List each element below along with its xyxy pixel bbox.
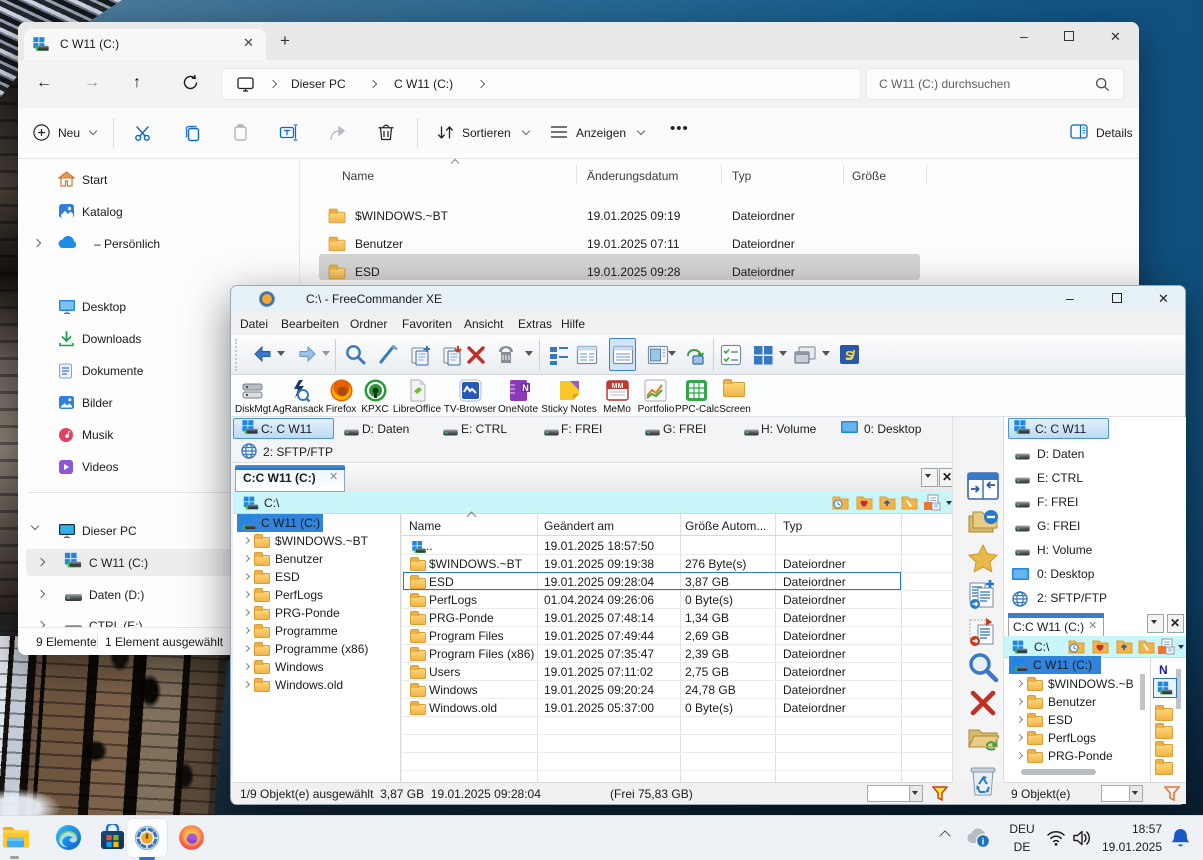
svg-text:S: S <box>845 348 854 363</box>
svg-text:i: i <box>982 837 985 847</box>
svg-text:N: N <box>522 383 529 393</box>
svg-text:MM: MM <box>612 383 624 390</box>
